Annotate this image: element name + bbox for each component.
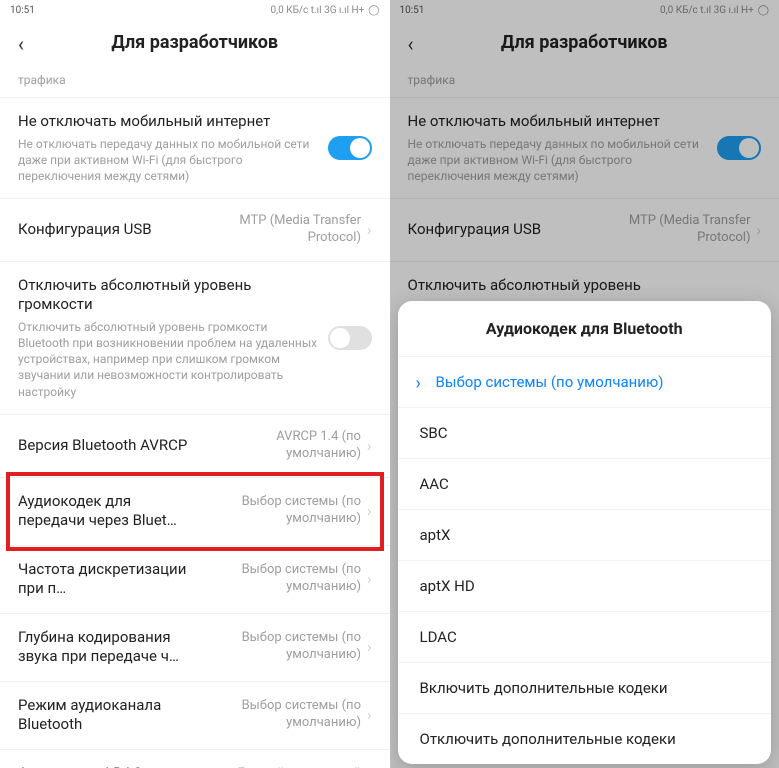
status-time: 10:51 (10, 5, 35, 16)
codec-option-aac[interactable]: AAC (398, 458, 772, 509)
row-subtitle: Не отключать передачу данных по мобильно… (18, 136, 318, 185)
page-title: Для разработчиков (111, 32, 278, 53)
row-absolute-volume[interactable]: Отключить абсолютный уровень громкости О… (0, 262, 390, 415)
chevron-right-icon: › (367, 570, 372, 588)
row-avrcp[interactable]: Версия Bluetooth AVRCP AVRCP 1.4 (по умо… (0, 415, 390, 478)
row-ldac[interactable]: Аудиокодек LDAC для Bluetooth: качество … (0, 750, 390, 768)
back-icon[interactable]: ‹ (18, 34, 24, 54)
codec-option-disable-extra[interactable]: Отключить дополнительные кодеки (398, 713, 772, 764)
codec-option-aptx[interactable]: aptX (398, 509, 772, 560)
row-channel-mode[interactable]: Режим аудиоканала Bluetooth Выбор систем… (0, 682, 390, 750)
row-value: Выбор системы (по умолчанию) (211, 562, 361, 596)
codec-option-default[interactable]: Выбор системы (по умолчанию) (398, 356, 772, 407)
row-title: Аудиокодек LDAC для Bluetooth: качество … (18, 764, 201, 768)
row-value: Выбор системы (по умолчанию) (211, 630, 361, 664)
row-title: Частота дискретизации при п… (18, 560, 201, 599)
status-indicators: 0,0 КБ/с t.ıl 3G ı.ıl H+ ◯ (271, 5, 380, 16)
row-title: Режим аудиоканала Bluetooth (18, 696, 201, 735)
row-value: MTP (Media Transfer Protocol) (211, 213, 361, 247)
header: ‹ Для разработчиков (0, 20, 390, 67)
row-title: Аудиокодек для передачи через Bluet… (18, 492, 201, 531)
chevron-right-icon: › (367, 706, 372, 724)
toggle-mobile-data[interactable] (328, 136, 372, 160)
codec-option-enable-extra[interactable]: Включить дополнительные кодеки (398, 662, 772, 713)
row-sample-rate[interactable]: Частота дискретизации при п… Выбор систе… (0, 546, 390, 614)
row-bit-depth[interactable]: Глубина кодирования звука при передаче ч… (0, 614, 390, 682)
row-mobile-data[interactable]: Не отключать мобильный интернет Не отклю… (0, 98, 390, 199)
truncated-row: трафика (0, 67, 390, 98)
codec-option-aptxhd[interactable]: aptX HD (398, 560, 772, 611)
row-value: Выбор системы (по умолчанию) (211, 494, 361, 528)
chevron-right-icon: › (367, 221, 372, 239)
row-title: Конфигурация USB (18, 220, 201, 240)
chevron-right-icon: › (367, 437, 372, 455)
chevron-right-icon: › (367, 502, 372, 520)
codec-dialog: Аудиокодек для Bluetooth Выбор системы (… (398, 301, 772, 764)
chevron-right-icon: › (367, 638, 372, 656)
screen-right: 10:51 0,0 КБ/с t.ıl 3G ı.ıl H+ ◯ ‹ Для р… (390, 0, 779, 768)
battery-icon: ◯ (368, 5, 379, 16)
row-title: Отключить абсолютный уровень громкости (18, 276, 318, 315)
row-title: Глубина кодирования звука при передаче ч… (18, 628, 201, 667)
row-bluetooth-codec[interactable]: Аудиокодек для передачи через Bluet… Выб… (0, 478, 390, 546)
dialog-title: Аудиокодек для Bluetooth (398, 301, 772, 356)
row-value: AVRCP 1.4 (по умолчанию) (211, 429, 361, 463)
row-title: Не отключать мобильный интернет (18, 112, 318, 132)
codec-option-ldac[interactable]: LDAC (398, 611, 772, 662)
codec-option-sbc[interactable]: SBC (398, 407, 772, 458)
row-value: Выбор системы (по умолчанию) (211, 698, 361, 732)
row-subtitle: Отключить абсолютный уровень громкости B… (18, 319, 318, 400)
row-usb-config[interactable]: Конфигурация USB MTP (Media Transfer Pro… (0, 199, 390, 262)
toggle-absolute-volume[interactable] (328, 326, 372, 350)
status-bar: 10:51 0,0 КБ/с t.ıl 3G ı.ıl H+ ◯ (0, 0, 390, 20)
row-title: Версия Bluetooth AVRCP (18, 436, 201, 456)
screen-left: 10:51 0,0 КБ/с t.ıl 3G ı.ıl H+ ◯ ‹ Для р… (0, 0, 390, 768)
